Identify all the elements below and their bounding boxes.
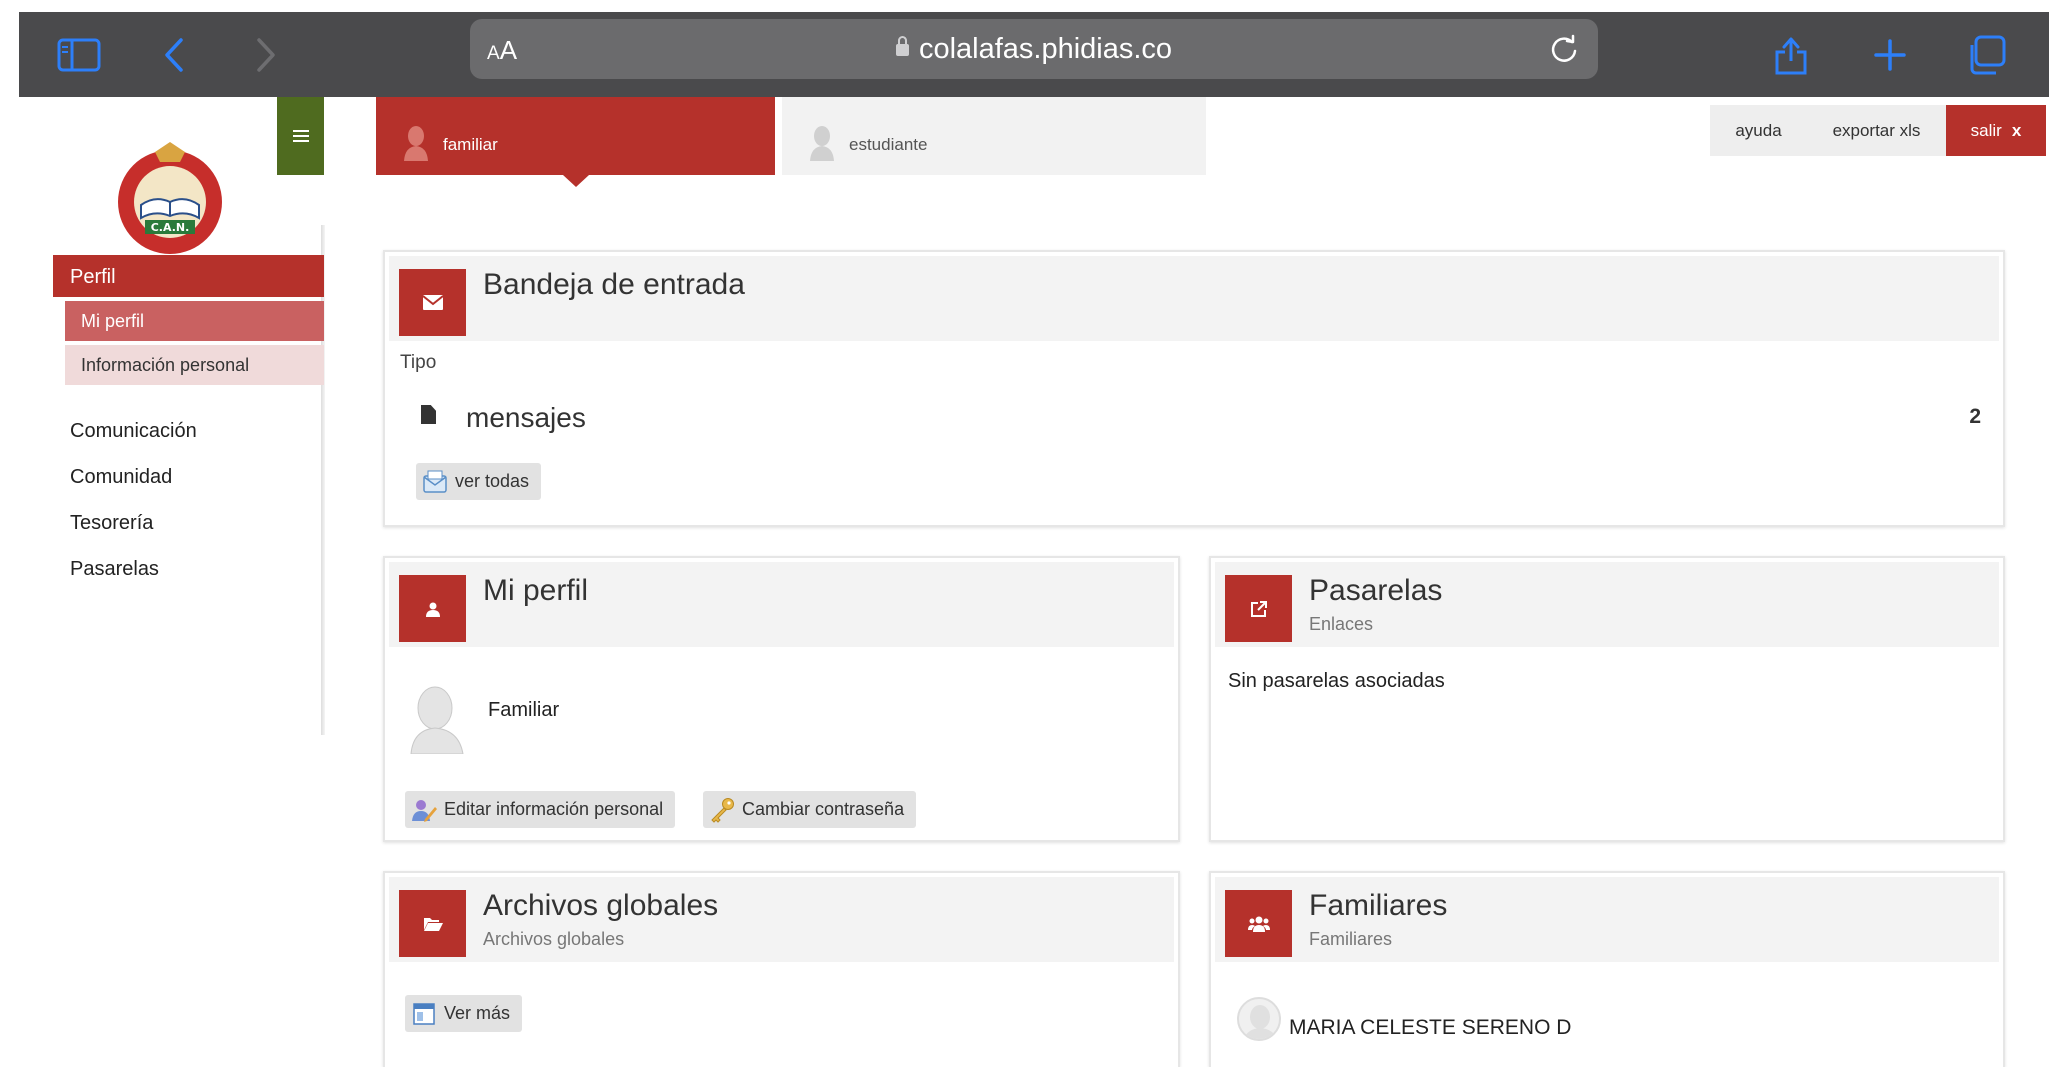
reload-icon[interactable] <box>1548 33 1580 65</box>
document-icon <box>421 405 436 424</box>
sidebar-item-comunicacion[interactable]: Comunicación <box>70 420 197 443</box>
tab-estudiante-label: estudiante <box>849 135 928 154</box>
gateways-panel-header: Pasarelas Enlaces <box>1215 562 1999 647</box>
gateways-subtitle: Enlaces <box>1309 614 1374 634</box>
family-subtitle: Familiares <box>1309 929 1393 949</box>
external-link-icon <box>1225 575 1292 642</box>
user-silhouette-icon <box>809 125 835 161</box>
lock-icon <box>895 36 909 56</box>
global-files-panel-header: Archivos globales Archivos globales <box>389 877 1174 962</box>
profile-role: Familiar <box>488 699 560 721</box>
edit-personal-info-label: Editar información personal <box>444 799 664 819</box>
folder-open-icon <box>399 890 466 957</box>
tab-familiar-label: familiar <box>443 135 498 154</box>
edit-personal-info-button[interactable]: Editar información personal <box>405 791 676 828</box>
inbox-panel-header: Bandeja de entrada <box>389 256 1999 341</box>
global-files-title: Archivos globales <box>483 889 719 922</box>
change-password-label: Cambiar contraseña <box>742 799 905 819</box>
envelope-icon <box>399 269 466 336</box>
profile-title: Mi perfil <box>483 574 589 607</box>
inbox-panel: Bandeja de entrada Tipo mensajes 2 ver t… <box>383 250 2005 527</box>
user-silhouette-icon <box>403 125 429 161</box>
family-panel-header: Familiares Familiares <box>1215 877 1999 962</box>
hamburger-icon <box>292 135 309 137</box>
menu-toggle-button[interactable] <box>277 97 324 175</box>
global-files-subtitle: Archivos globales <box>483 929 625 949</box>
profile-panel: Mi perfil Familiar Editar información pe… <box>383 556 1180 842</box>
avatar <box>407 684 467 755</box>
messages-label: mensajes <box>466 402 586 433</box>
tabs-icon[interactable] <box>1964 12 2008 97</box>
logo-text: C.A.N. <box>151 221 190 234</box>
browser-toolbar: AA colalafas.phidias.co <box>19 12 2049 97</box>
forward-icon[interactable] <box>251 12 281 97</box>
no-gateways-text: Sin pasarelas asociadas <box>1228 670 1445 692</box>
user-icon <box>399 575 466 642</box>
export-xls-button[interactable]: exportar xls <box>1807 105 1946 156</box>
family-panel: Familiares Familiares MARIA CELESTE SERE… <box>1209 871 2005 1067</box>
family-member-name[interactable]: MARIA CELESTE SERENO D <box>1289 1016 1579 1040</box>
sidebar-icon[interactable] <box>54 12 104 97</box>
key-icon <box>709 797 735 823</box>
tab-estudiante[interactable]: estudiante <box>782 97 1206 175</box>
view-all-label: ver todas <box>455 471 530 491</box>
url-text: colalafas.phidias.co <box>918 33 1173 65</box>
users-icon <box>1225 890 1292 957</box>
view-all-button[interactable]: ver todas <box>416 463 542 500</box>
avatar <box>1237 997 1281 1041</box>
window-icon <box>411 1001 437 1027</box>
plus-icon[interactable] <box>1870 12 1910 97</box>
profile-panel-header: Mi perfil <box>389 562 1174 647</box>
sidebar-item-informacion-personal[interactable]: Información personal <box>65 345 324 385</box>
global-files-panel: Archivos globales Archivos globales Ver … <box>383 871 1180 1067</box>
help-button[interactable]: ayuda <box>1710 105 1807 156</box>
sidebar-section-perfil[interactable]: Perfil <box>53 255 324 297</box>
tab-familiar[interactable]: familiar <box>376 97 775 187</box>
sidebar-item-pasarelas[interactable]: Pasarelas <box>70 558 159 581</box>
change-password-button[interactable]: Cambiar contraseña <box>703 791 917 828</box>
logout-label: salir <box>1970 120 2002 140</box>
sidebar-item-comunidad[interactable]: Comunidad <box>70 466 172 489</box>
mailbox-icon <box>422 469 448 495</box>
messages-row[interactable]: mensajes 2 <box>389 387 1999 447</box>
edit-user-icon <box>411 797 437 823</box>
share-icon[interactable] <box>1771 12 1811 97</box>
type-column-header: Tipo <box>400 352 437 373</box>
messages-count: 2 <box>1969 405 1981 428</box>
view-more-label: Ver más <box>444 1003 511 1023</box>
sidebar-item-tesoreria[interactable]: Tesorería <box>70 512 153 535</box>
view-more-button[interactable]: Ver más <box>405 995 523 1032</box>
logout-button[interactable]: salir x <box>1946 105 2046 156</box>
family-title: Familiares <box>1309 889 1448 922</box>
inbox-title: Bandeja de entrada <box>483 268 745 301</box>
sidebar-item-mi-perfil[interactable]: Mi perfil <box>65 301 324 341</box>
close-icon: x <box>2011 120 2022 140</box>
gateways-title: Pasarelas <box>1309 574 1443 607</box>
back-icon[interactable] <box>159 12 189 97</box>
gateways-panel: Pasarelas Enlaces Sin pasarelas asociada… <box>1209 556 2005 842</box>
school-logo: C.A.N. <box>115 140 225 255</box>
address-bar[interactable]: AA colalafas.phidias.co <box>470 19 1598 79</box>
